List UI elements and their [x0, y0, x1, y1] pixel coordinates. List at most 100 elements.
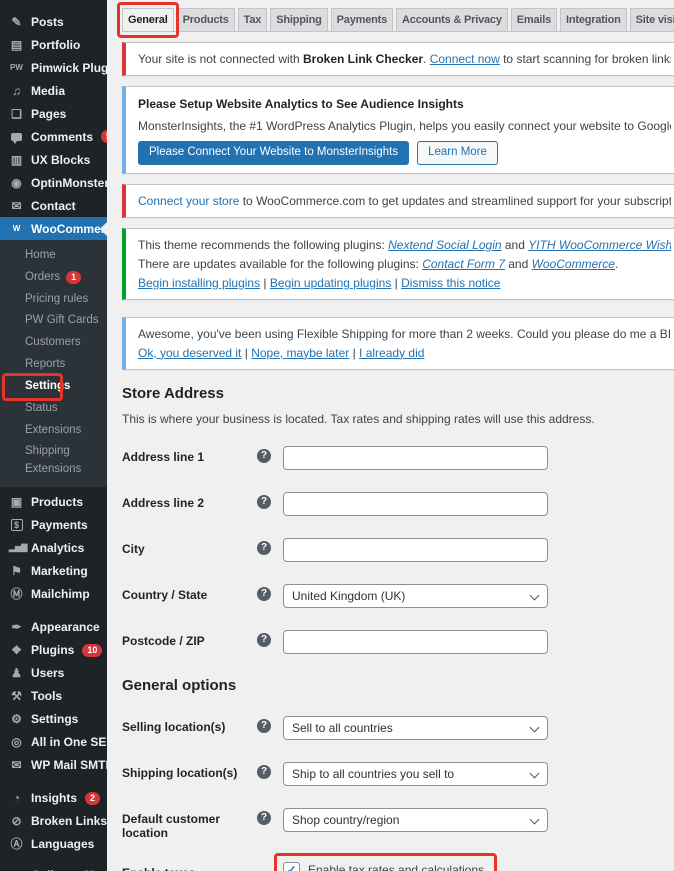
sidebar-item-analytics[interactable]: ▂▅▇ Analytics	[0, 537, 107, 560]
select-selling-locations[interactable]: Sell to all countries	[283, 715, 548, 740]
tab-site-visibility[interactable]: Site visibility	[629, 8, 674, 31]
checkbox-enable-taxes[interactable]: ✓	[283, 861, 300, 871]
sidebar-item-optinmonster[interactable]: ◉OptinMonster1	[0, 171, 107, 194]
input-address-line-2[interactable]	[283, 492, 548, 517]
woocommerce-icon: W	[12, 223, 21, 233]
notice-link[interactable]: Connect now	[430, 52, 500, 66]
tab-general[interactable]: General	[122, 8, 174, 31]
notice-text: There are updates available for the foll…	[138, 256, 423, 271]
sidebar-item-collapse-menu[interactable]: ◀Collapse Menu	[0, 864, 107, 871]
sidebar-item-tools[interactable]: ⚒ Tools	[0, 685, 107, 708]
woocommerce-submenu: Home Orders 1 Pricing rules PW Gift Cards Cus…	[0, 240, 107, 487]
sidebar-item-ux-blocks[interactable]: ▥ UX Blocks	[0, 148, 107, 171]
submenu-item-reports[interactable]: Reports	[0, 354, 107, 376]
count-badge: 55	[101, 129, 107, 144]
sidebar-item-products[interactable]: ▣ Products	[0, 491, 107, 514]
notice-link[interactable]: Connect your store	[138, 194, 239, 208]
help-icon[interactable]: ?	[257, 541, 271, 556]
notice-monsterinsights: Please Setup Website Analytics to See Au…	[122, 86, 674, 174]
tab-payments[interactable]: Payments	[330, 8, 394, 31]
bar-chart-icon: ▂▅▇	[9, 543, 28, 553]
notice-link[interactable]: Begin updating plugins	[270, 276, 391, 290]
sidebar-item-appearance[interactable]: ✒ Appearance	[0, 616, 107, 639]
sidebar-item-languages[interactable]: Ⓐ Languages	[0, 833, 107, 856]
notice-text: |	[391, 275, 402, 290]
field-label: Shipping location(s)	[122, 765, 238, 780]
sidebar-item-mailchimp[interactable]: Ⓜ Mailchimp	[0, 583, 107, 606]
help-icon[interactable]: ?	[257, 810, 271, 825]
sidebar-item-broken-links[interactable]: ⊘ Broken Links	[0, 810, 107, 833]
tab-integration[interactable]: Integration	[560, 8, 627, 31]
submenu-item-pricing-rules[interactable]: Pricing rules	[0, 289, 107, 311]
submenu-item-status[interactable]: Status	[0, 398, 107, 420]
submenu-item-orders[interactable]: Orders 1	[0, 267, 107, 289]
submenu-item-extensions[interactable]: Extensions	[0, 420, 107, 442]
submenu-item-shipping-extensions[interactable]: Shipping Extensions	[0, 441, 107, 481]
submenu-item-pw-gift-cards[interactable]: PW Gift Cards	[0, 310, 107, 332]
sidebar-item-all-in-one-seo[interactable]: ◎ All in One SEO	[0, 731, 107, 754]
input-address-line-1[interactable]	[283, 446, 548, 471]
notice-text: Broken Link Checker	[303, 52, 424, 66]
submenu-item-settings[interactable]: Settings	[0, 376, 107, 398]
tab-products[interactable]: Products	[176, 8, 235, 31]
sidebar-item-media[interactable]: ♫ Media	[0, 79, 107, 102]
sidebar-item-wp-mail-smtp[interactable]: ✉ WP Mail SMTP	[0, 754, 107, 777]
tab-emails[interactable]: Emails	[510, 8, 558, 31]
notice-text: Awesome, you've been using Flexible Ship…	[138, 326, 671, 341]
sidebar-item-posts[interactable]: ✎ Posts	[0, 10, 107, 33]
tab-accounts-privacy[interactable]: Accounts & Privacy	[396, 8, 508, 31]
sidebar-item-label: All in One SEO	[31, 735, 107, 750]
notice-link[interactable]: I already did	[359, 346, 424, 360]
sidebar-item-portfolio[interactable]: ▤ Portfolio	[0, 33, 107, 56]
aioseo-icon: ◎	[11, 735, 22, 750]
sidebar-item-pimwick-plugins[interactable]: PW Pimwick Plugins	[0, 56, 107, 79]
notice-link[interactable]: Ok, you deserved it	[138, 346, 241, 360]
notice-link[interactable]: Nextend Social Login	[388, 238, 501, 252]
sidebar-item-settings-wp[interactable]: ⚙ Settings	[0, 708, 107, 731]
sidebar-item-payments[interactable]: $ Payments	[0, 514, 107, 537]
tab-tax[interactable]: Tax	[237, 8, 268, 31]
sidebar-item-plugins[interactable]: ❖ Plugins 10	[0, 639, 107, 662]
notice-link[interactable]: WooCommerce	[532, 257, 615, 271]
tab-shipping[interactable]: Shipping	[270, 8, 328, 31]
general-options-form: Selling location(s)? Sell to all countrie…	[122, 715, 674, 871]
sidebar-item-label: Languages	[31, 837, 95, 852]
pushpin-icon: ✎	[11, 14, 22, 29]
form-row-postcode-zip: Postcode / ZIP?	[122, 630, 674, 655]
field-label: Address line 2	[122, 496, 205, 511]
sidebar-item-contact[interactable]: ✉ Contact	[0, 194, 107, 217]
help-icon[interactable]: ?	[257, 718, 271, 733]
sidebar-item-label: Pimwick Plugins	[31, 60, 107, 75]
select-default-customer-location[interactable]: Shop country/region	[283, 807, 548, 832]
help-icon[interactable]: ?	[257, 633, 271, 648]
help-icon[interactable]: ?	[257, 764, 271, 779]
languages-icon: Ⓐ	[10, 837, 23, 852]
sidebar-item-woocommerce[interactable]: W WooCommerce	[0, 217, 107, 240]
select-shipping-locations[interactable]: Ship to all countries you sell to	[283, 761, 548, 786]
submenu-item-label: Settings	[25, 379, 71, 392]
store-address-heading: Store Address	[122, 384, 224, 402]
help-icon[interactable]: ?	[257, 449, 271, 464]
help-icon[interactable]: ?	[257, 587, 271, 602]
notice-link[interactable]: Dismiss this notice	[401, 276, 500, 290]
submenu-item-customers[interactable]: Customers	[0, 332, 107, 354]
notice-link[interactable]: YITH WooCommerce Wishlist	[528, 238, 671, 252]
connect-monsterinsights-button[interactable]: Please Connect Your Website to MonsterIn…	[138, 141, 410, 165]
sidebar-item-comments[interactable]: Comments 55	[0, 125, 107, 148]
notice-text: to start scanning for broken links and f…	[503, 52, 671, 66]
tools-icon: ⚒	[11, 689, 22, 704]
select-country-state[interactable]: United Kingdom (UK)	[283, 584, 548, 609]
submenu-item-home[interactable]: Home	[0, 245, 107, 267]
sidebar-item-users[interactable]: ♟ Users	[0, 662, 107, 685]
input-postcode-zip[interactable]	[283, 630, 548, 655]
help-icon[interactable]: ?	[257, 495, 271, 510]
sidebar-item-pages[interactable]: ❑ Pages	[0, 102, 107, 125]
mail-smtp-icon: ✉	[11, 758, 22, 773]
input-city[interactable]	[283, 538, 548, 563]
notice-link[interactable]: Begin installing plugins	[138, 276, 260, 290]
sidebar-item-insights[interactable]: ◔ Insights 2	[0, 787, 107, 810]
notice-link[interactable]: Contact Form 7	[422, 257, 505, 271]
notice-link[interactable]: Nope, maybe later	[251, 346, 349, 360]
sidebar-item-marketing[interactable]: ⚑ Marketing	[0, 560, 107, 583]
learn-more-button[interactable]: Learn More	[417, 141, 498, 165]
